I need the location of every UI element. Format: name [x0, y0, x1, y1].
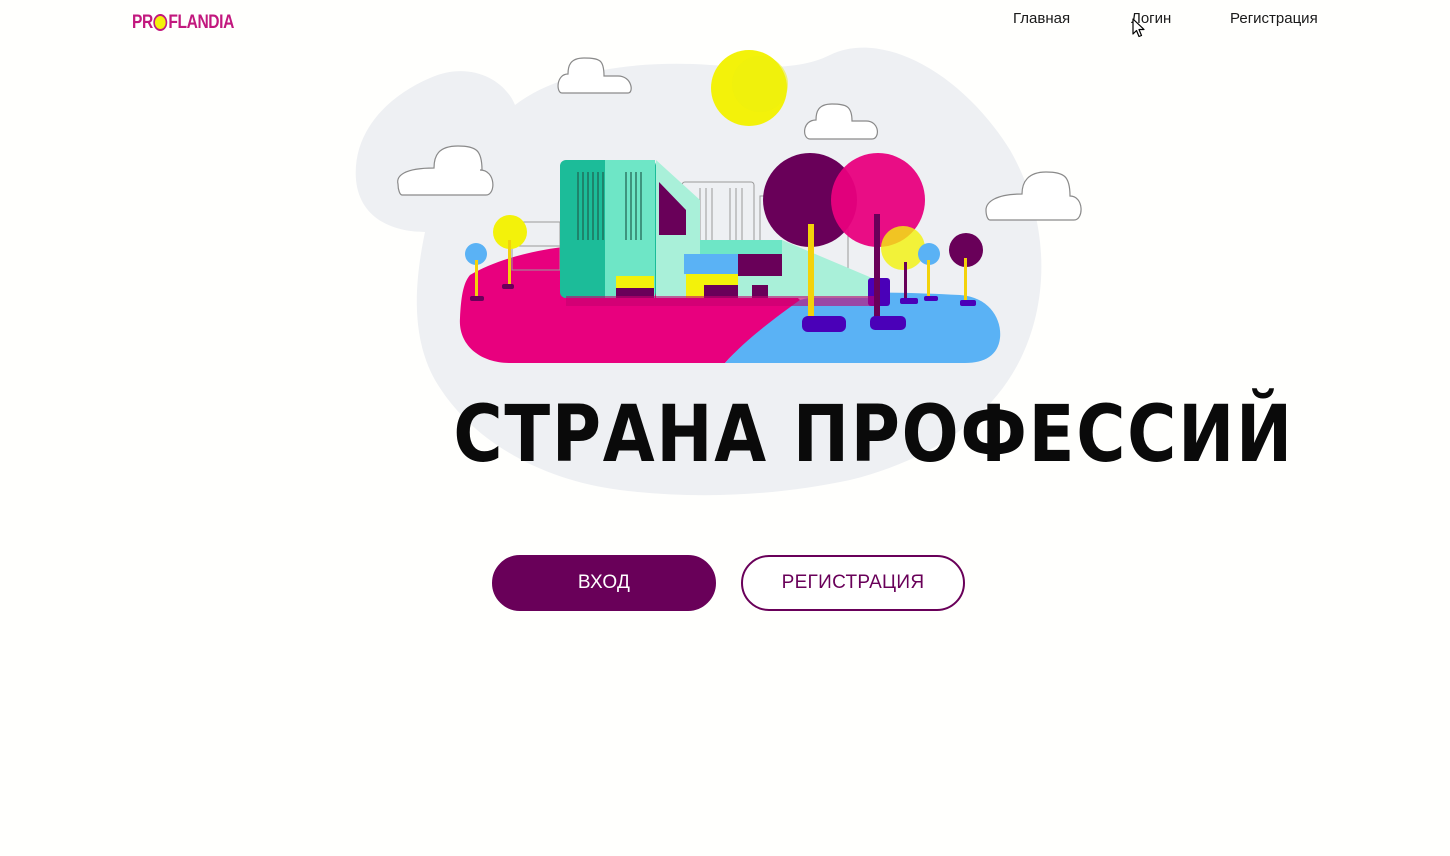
- page-title: СТРАНА ПРОФЕССИЙ: [453, 390, 1294, 480]
- nav-register-link[interactable]: Регистрация: [1230, 10, 1318, 27]
- page: PR FLANDIA Главная Логин Регистрация СТР…: [0, 0, 1450, 856]
- nav-login-link[interactable]: Логин: [1131, 10, 1171, 27]
- nav-home-link[interactable]: Главная: [1013, 10, 1070, 27]
- header: PR FLANDIA Главная Логин Регистрация: [0, 0, 1450, 44]
- main-nav: Главная Логин Регистрация: [0, 10, 1450, 30]
- register-button[interactable]: РЕГИСТРАЦИЯ: [741, 555, 965, 611]
- login-button[interactable]: ВХОД: [492, 555, 716, 611]
